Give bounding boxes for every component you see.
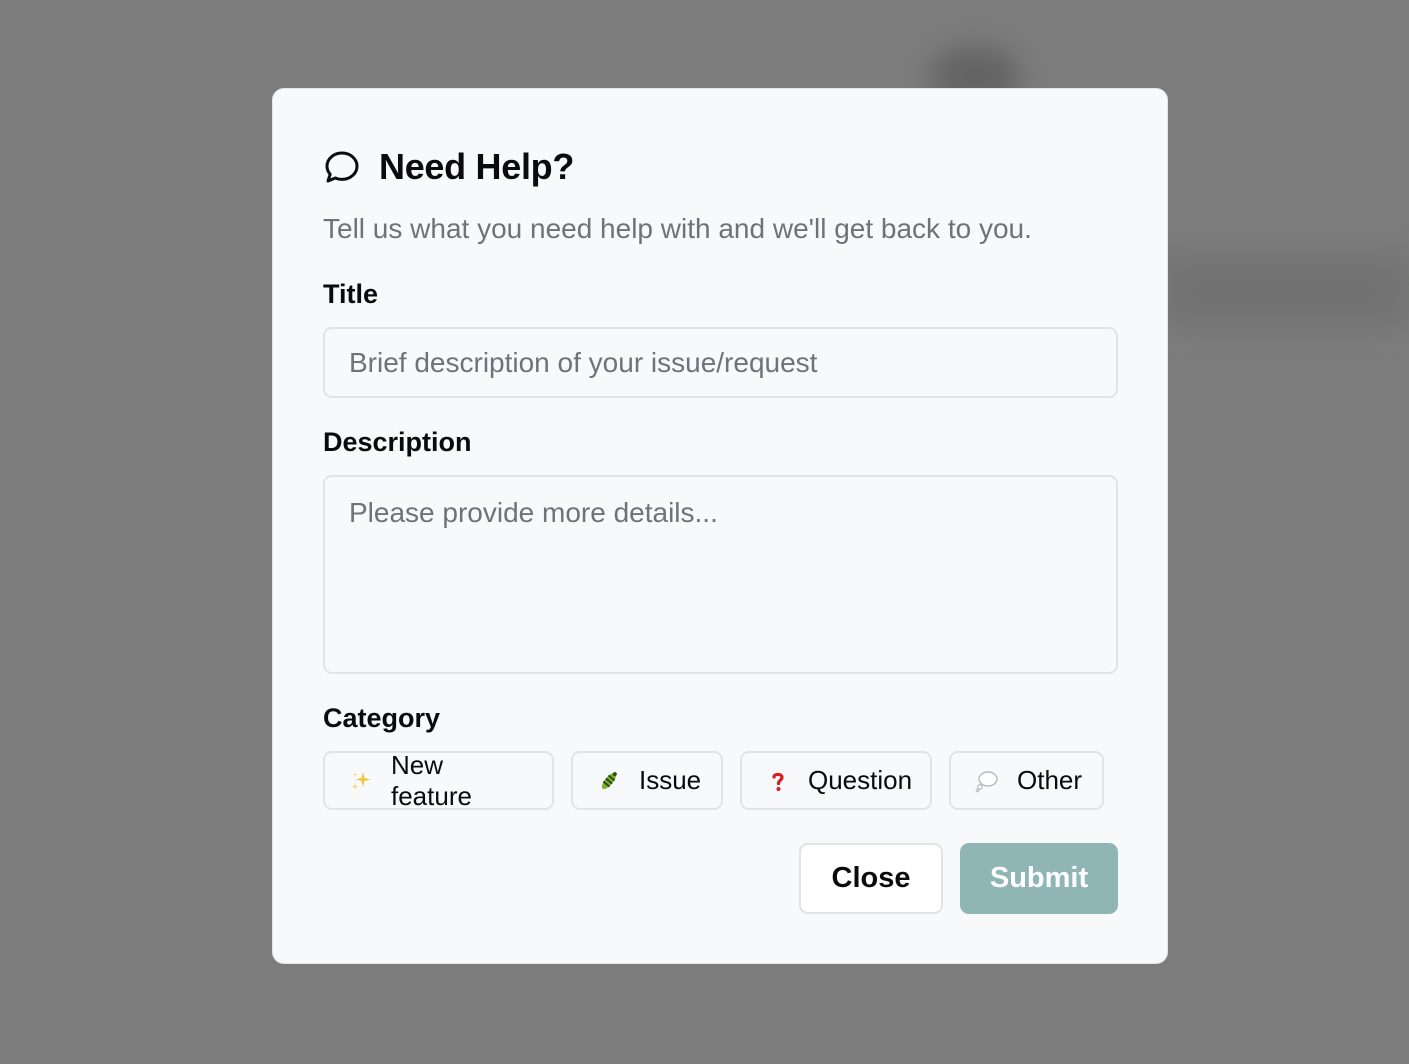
question-mark-icon	[766, 769, 790, 793]
close-button[interactable]: Close	[799, 843, 943, 914]
category-question-button[interactable]: Question	[740, 751, 932, 810]
category-option-label: Question	[808, 765, 913, 795]
category-options: New feature Issue Question Other	[323, 749, 1104, 811]
description-textarea[interactable]	[323, 475, 1118, 674]
category-issue-button[interactable]: Issue	[571, 751, 723, 810]
bug-icon	[597, 769, 621, 793]
category-label: Category	[323, 703, 441, 733]
title-input[interactable]	[323, 327, 1118, 398]
background-shape	[1160, 255, 1409, 325]
dialog-header: Need Help?	[323, 146, 575, 187]
description-label: Description	[323, 427, 472, 457]
category-option-label: Issue	[639, 765, 702, 795]
sparkles-icon	[349, 769, 373, 793]
category-option-label: Other	[1017, 765, 1083, 795]
title-label: Title	[323, 279, 379, 309]
thought-bubble-icon	[975, 769, 999, 793]
dialog-actions: Close Submit	[799, 843, 1118, 914]
dialog-title: Need Help?	[379, 146, 575, 187]
submit-button[interactable]: Submit	[960, 843, 1118, 914]
dialog-subtitle: Tell us what you need help with and we'l…	[323, 213, 1032, 244]
help-dialog: Need Help? Tell us what you need help wi…	[272, 88, 1168, 964]
category-other-button[interactable]: Other	[949, 751, 1104, 810]
category-option-label: New feature	[391, 749, 472, 811]
chat-bubble-icon	[323, 148, 361, 186]
category-new-feature-button[interactable]: New feature	[323, 749, 554, 811]
